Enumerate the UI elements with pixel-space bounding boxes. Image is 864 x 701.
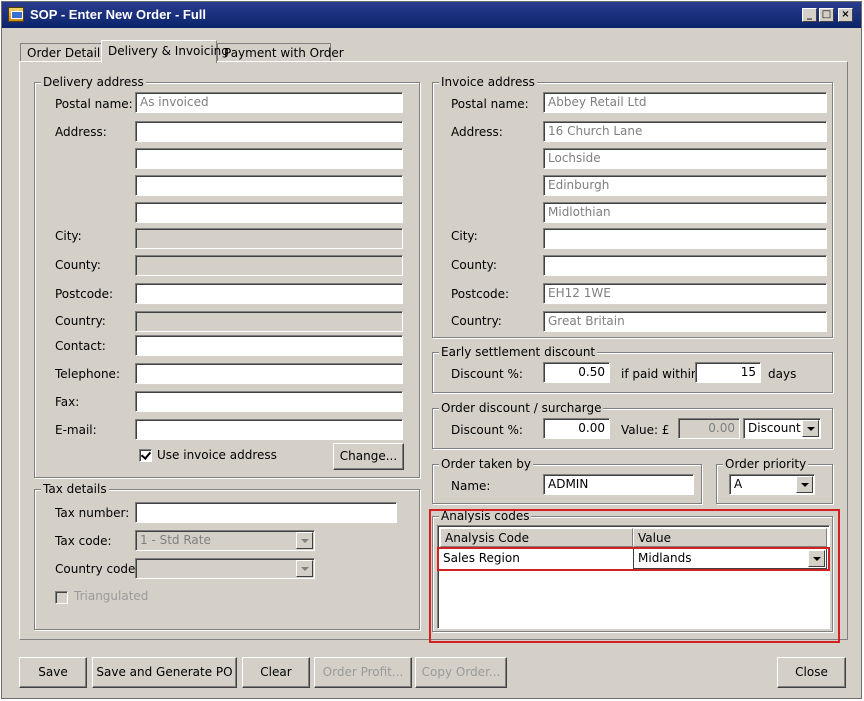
delivery-address-line-4[interactable] xyxy=(135,202,403,223)
invoice-country-label: Country: xyxy=(451,314,502,328)
delivery-county-field[interactable] xyxy=(135,255,403,276)
delivery-postal-name-field[interactable]: As invoiced xyxy=(135,92,403,113)
delivery-county-label: County: xyxy=(55,258,101,272)
sop-window: SOP - Enter New Order - Full _ □ × Order… xyxy=(1,1,862,699)
invoice-postal-name-field[interactable]: Abbey Retail Ltd xyxy=(543,92,827,113)
close-window-button[interactable]: × xyxy=(838,8,853,22)
order-priority-dropdown[interactable]: A xyxy=(729,474,815,495)
order-discount-field[interactable]: 0.00 xyxy=(543,418,610,439)
order-priority-legend: Order priority xyxy=(723,457,809,471)
delivery-fax-field[interactable] xyxy=(135,391,403,412)
analysis-codes-highlight xyxy=(429,509,840,643)
order-taken-by-legend: Order taken by xyxy=(439,457,534,471)
tab-payment-with-order[interactable]: Payment with Order xyxy=(217,43,344,62)
copy-order-button[interactable]: Copy Order... xyxy=(415,657,507,688)
triangulated-label: Triangulated xyxy=(74,589,149,603)
close-button[interactable]: Close xyxy=(777,657,846,688)
invoice-address-line-3[interactable]: Edinburgh xyxy=(543,175,827,196)
invoice-city-label: City: xyxy=(451,229,478,243)
tax-code-dropdown[interactable]: 1 - Std Rate xyxy=(135,530,315,551)
delivery-fax-label: Fax: xyxy=(55,395,80,409)
settlement-discount-label: Discount %: xyxy=(451,367,523,381)
invoice-address-legend: Invoice address xyxy=(439,75,537,89)
paid-within-label: if paid within: xyxy=(621,367,703,381)
clear-button[interactable]: Clear xyxy=(242,657,310,688)
paid-within-field[interactable]: 15 xyxy=(695,362,761,383)
delivery-country-label: Country: xyxy=(55,314,106,328)
tax-details-legend: Tax details xyxy=(41,482,109,496)
order-discount-legend: Order discount / surcharge xyxy=(439,401,604,415)
tax-number-label: Tax number: xyxy=(55,506,130,520)
discount-type-dropdown[interactable]: Discount xyxy=(743,418,821,439)
save-and-generate-po-button[interactable]: Save and Generate PO xyxy=(92,657,237,688)
maximize-button[interactable]: □ xyxy=(819,8,834,22)
country-code-label: Country code: xyxy=(55,562,140,576)
tax-code-label: Tax code: xyxy=(55,534,112,548)
chevron-down-icon xyxy=(296,532,313,549)
delivery-email-label: E-mail: xyxy=(55,423,97,437)
delivery-email-field[interactable] xyxy=(135,419,403,440)
window-title: SOP - Enter New Order - Full xyxy=(30,7,207,22)
title-bar: SOP - Enter New Order - Full _ □ × xyxy=(2,2,861,28)
minimize-icon: _ xyxy=(807,9,812,20)
analysis-row-highlight xyxy=(437,547,830,571)
close-icon: × xyxy=(841,9,850,20)
delivery-contact-field[interactable] xyxy=(135,335,403,356)
order-discount-label: Discount %: xyxy=(451,423,523,437)
delivery-telephone-label: Telephone: xyxy=(55,367,120,381)
delivery-address-legend: Delivery address xyxy=(41,75,146,89)
invoice-county-label: County: xyxy=(451,258,497,272)
delivery-postcode-field[interactable] xyxy=(135,283,403,304)
delivery-city-field[interactable] xyxy=(135,228,403,249)
settlement-discount-legend: Early settlement discount xyxy=(439,345,598,359)
invoice-address-line-2[interactable]: Lochside xyxy=(543,148,827,169)
minimize-button[interactable]: _ xyxy=(802,8,817,22)
settlement-discount-field[interactable]: 0.50 xyxy=(543,362,610,383)
invoice-postcode-label: Postcode: xyxy=(451,287,510,301)
discount-type-value: Discount xyxy=(748,421,801,435)
tax-number-field[interactable] xyxy=(135,502,397,523)
order-taken-by-name-field[interactable]: ADMIN xyxy=(543,474,694,495)
chevron-down-icon xyxy=(796,476,813,493)
order-value-field[interactable]: 0.00 xyxy=(678,418,740,439)
delivery-city-label: City: xyxy=(55,229,82,243)
tax-code-value: 1 - Std Rate xyxy=(140,533,211,547)
use-invoice-address-checkbox[interactable] xyxy=(139,449,152,462)
use-invoice-address-label: Use invoice address xyxy=(157,448,277,462)
order-taken-by-name-label: Name: xyxy=(451,479,491,493)
chevron-down-icon xyxy=(802,420,819,437)
invoice-address-line-1[interactable]: 16 Church Lane xyxy=(543,121,827,142)
tab-order-details[interactable]: Order Details xyxy=(20,43,107,62)
save-button[interactable]: Save xyxy=(19,657,87,688)
triangulated-checkbox[interactable] xyxy=(55,591,68,604)
app-icon xyxy=(8,7,24,22)
delivery-telephone-field[interactable] xyxy=(135,363,403,384)
tab-delivery-invoicing[interactable]: Delivery & Invoicing xyxy=(101,40,229,63)
maximize-icon: □ xyxy=(821,9,832,20)
delivery-postcode-label: Postcode: xyxy=(55,287,114,301)
country-code-dropdown[interactable] xyxy=(135,558,315,579)
delivery-address-line-2[interactable] xyxy=(135,148,403,169)
delivery-contact-label: Contact: xyxy=(55,339,106,353)
tab-panel: Delivery address Postal name: As invoice… xyxy=(19,61,848,643)
invoice-address-label: Address: xyxy=(451,125,503,139)
change-address-button[interactable]: Change... xyxy=(333,443,404,470)
invoice-county-field[interactable] xyxy=(543,255,827,276)
invoice-country-field[interactable]: Great Britain xyxy=(543,311,827,332)
delivery-address-line-3[interactable] xyxy=(135,175,403,196)
days-label: days xyxy=(768,367,797,381)
order-value-label: Value: £ xyxy=(621,423,670,437)
invoice-postal-name-label: Postal name: xyxy=(451,97,529,111)
delivery-country-field[interactable] xyxy=(135,311,403,332)
invoice-address-line-4[interactable]: Midlothian xyxy=(543,202,827,223)
delivery-address-line-1[interactable] xyxy=(135,121,403,142)
invoice-city-field[interactable] xyxy=(543,228,827,249)
invoice-postcode-field[interactable]: EH12 1WE xyxy=(543,283,827,304)
order-priority-value: A xyxy=(734,477,743,491)
order-profit-button[interactable]: Order Profit... xyxy=(314,657,412,688)
chevron-down-icon xyxy=(296,560,313,577)
delivery-postal-name-label: Postal name: xyxy=(55,97,133,111)
delivery-address-label: Address: xyxy=(55,125,107,139)
